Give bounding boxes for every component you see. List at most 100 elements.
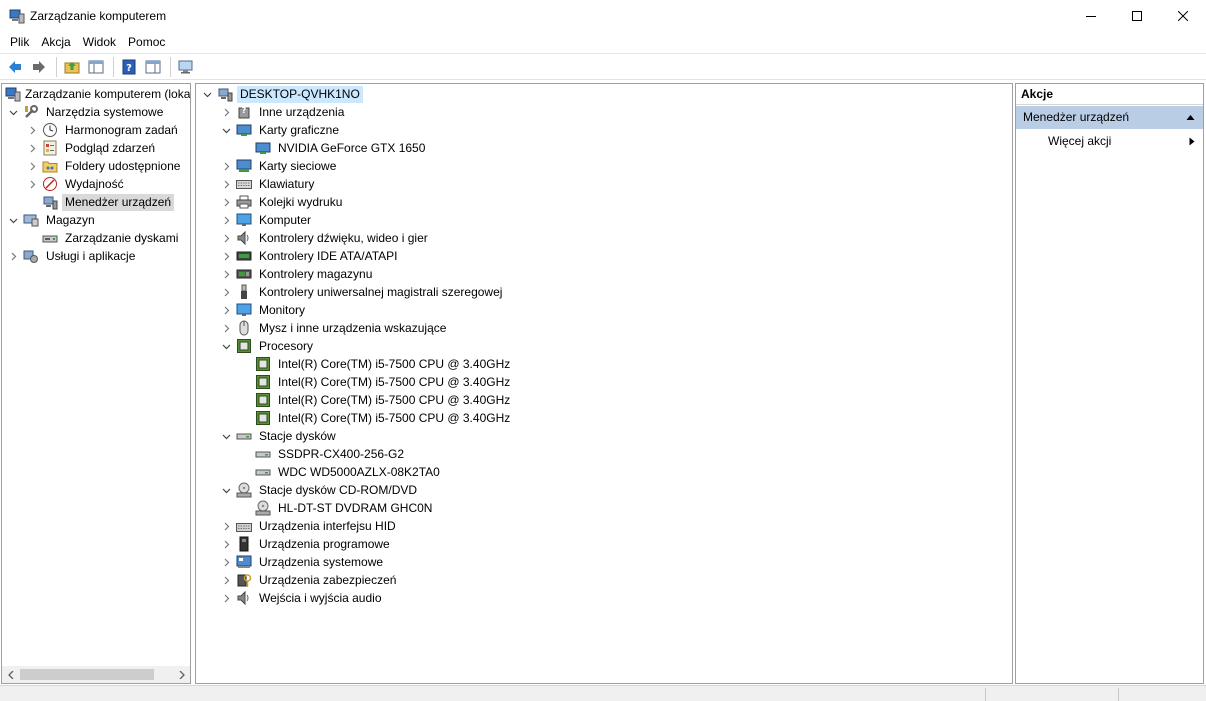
tree-root[interactable]: Zarządzanie komputerem (loka [5, 85, 190, 103]
device-category-system[interactable]: Urządzenia systemowe [220, 553, 386, 571]
device-root[interactable]: DESKTOP-QVHK1NO [201, 85, 363, 103]
chevron-down-icon[interactable] [7, 211, 19, 229]
dvd-drive-icon [255, 500, 271, 516]
device-category-computer[interactable]: Komputer [220, 211, 314, 229]
tree-item-services-apps[interactable]: Usługi i aplikacje [7, 247, 138, 265]
status-divider [985, 688, 986, 701]
device-category-monitors[interactable]: Monitory [220, 301, 308, 319]
chevron-right-icon[interactable] [220, 157, 232, 175]
device-category-network[interactable]: Karty sieciowe [220, 157, 339, 175]
device-category-dvd[interactable]: Stacje dysków CD-ROM/DVD [220, 481, 420, 499]
disk-drive-icon [236, 428, 252, 444]
more-actions-item[interactable]: Więcej akcji [1016, 129, 1203, 153]
chevron-right-icon[interactable] [7, 247, 19, 265]
chevron-right-icon[interactable] [220, 319, 232, 337]
device-label: Urządzenia programowe [259, 536, 390, 551]
chevron-right-icon[interactable] [220, 229, 232, 247]
chevron-down-icon[interactable] [220, 121, 232, 139]
chevron-down-icon[interactable] [220, 337, 232, 355]
device-category-display[interactable]: Karty graficzne [220, 121, 342, 139]
chevron-right-icon[interactable] [26, 139, 38, 157]
chevron-right-icon[interactable] [220, 535, 232, 553]
up-folder-icon[interactable] [61, 56, 83, 78]
device-category-usb[interactable]: Kontrolery uniwersalnej magistrali szere… [220, 283, 505, 301]
menu-file[interactable]: Plik [4, 33, 35, 52]
minimize-button[interactable] [1068, 0, 1114, 32]
chevron-right-icon[interactable] [220, 283, 232, 301]
device-category-hid[interactable]: Urządzenia interfejsu HID [220, 517, 399, 535]
device-category-print-queues[interactable]: Kolejki wydruku [220, 193, 345, 211]
chevron-down-icon[interactable] [220, 427, 232, 445]
chevron-down-icon[interactable] [220, 481, 232, 499]
device-category-other[interactable]: ? Inne urządzenia [220, 103, 347, 121]
device-item[interactable]: WDC WD5000AZLX-08K2TA0 [255, 463, 443, 481]
device-item[interactable]: Intel(R) Core(TM) i5-7500 CPU @ 3.40GHz [255, 391, 513, 409]
window-title: Zarządzanie komputerem [30, 9, 167, 23]
collapse-up-icon[interactable] [1186, 106, 1195, 129]
device-item[interactable]: Intel(R) Core(TM) i5-7500 CPU @ 3.40GHz [255, 409, 513, 427]
disk-management-icon [42, 230, 58, 246]
chevron-right-icon[interactable] [220, 211, 232, 229]
chevron-down-icon[interactable] [7, 103, 19, 121]
scan-hardware-icon[interactable] [175, 56, 197, 78]
status-divider [1118, 688, 1119, 701]
device-label: Kontrolery uniwersalnej magistrali szere… [259, 284, 503, 299]
tree-item-performance[interactable]: Wydajność [26, 175, 127, 193]
chevron-right-icon[interactable] [220, 193, 232, 211]
chevron-right-icon[interactable] [220, 553, 232, 571]
device-category-processors[interactable]: Procesory [220, 337, 316, 355]
device-category-keyboards[interactable]: Klawiatury [220, 175, 317, 193]
show-hide-tree-icon[interactable] [85, 56, 107, 78]
help-icon[interactable]: ? [118, 56, 140, 78]
device-category-security[interactable]: Urządzenia zabezpieczeń [220, 571, 399, 589]
device-item[interactable]: SSDPR-CX400-256-G2 [255, 445, 407, 463]
tree-item-device-manager[interactable]: Menedżer urządzeń [42, 193, 175, 211]
tree-item-shared-folders[interactable]: Foldery udostępnione [26, 157, 183, 175]
chevron-right-icon[interactable] [220, 175, 232, 193]
device-category-sound[interactable]: Kontrolery dźwięku, wideo i gier [220, 229, 431, 247]
back-button[interactable] [4, 56, 26, 78]
chevron-right-icon[interactable] [220, 589, 232, 607]
show-action-pane-icon[interactable] [142, 56, 164, 78]
menu-action[interactable]: Akcja [35, 33, 76, 52]
chevron-right-icon[interactable] [26, 175, 38, 193]
chevron-right-icon[interactable] [220, 517, 232, 535]
device-category-audio-io[interactable]: Wejścia i wyjścia audio [220, 589, 385, 607]
device-label: Intel(R) Core(TM) i5-7500 CPU @ 3.40GHz [278, 392, 511, 407]
menu-help[interactable]: Pomoc [122, 33, 171, 52]
scroll-right-icon[interactable] [173, 666, 190, 683]
device-category-ide[interactable]: Kontrolery IDE ATA/ATAPI [220, 247, 401, 265]
chevron-down-icon[interactable] [201, 85, 213, 103]
chevron-right-icon[interactable] [220, 247, 232, 265]
forward-button[interactable] [28, 56, 50, 78]
device-category-mice[interactable]: Mysz i inne urządzenia wskazujące [220, 319, 449, 337]
tree-item-disk-management[interactable]: Zarządzanie dyskami [42, 229, 181, 247]
device-category-disk-drives[interactable]: Stacje dysków [220, 427, 339, 445]
tree-item-event-viewer[interactable]: Podgląd zdarzeń [26, 139, 158, 157]
tree-item-storage[interactable]: Magazyn [7, 211, 98, 229]
ide-controller-icon [236, 248, 252, 264]
actions-section-device-manager[interactable]: Menedżer urządzeń [1016, 106, 1203, 129]
horizontal-scrollbar[interactable] [2, 666, 190, 683]
device-category-storage-controllers[interactable]: Kontrolery magazynu [220, 265, 375, 283]
maximize-button[interactable] [1114, 0, 1160, 32]
close-button[interactable] [1160, 0, 1206, 32]
tree-item-task-scheduler[interactable]: Harmonogram zadań [26, 121, 181, 139]
device-item[interactable]: HL-DT-ST DVDRAM GHC0N [255, 499, 435, 517]
chevron-right-icon[interactable] [220, 265, 232, 283]
chevron-right-icon[interactable] [220, 103, 232, 121]
unknown-device-icon: ? [236, 104, 252, 120]
scroll-left-icon[interactable] [2, 666, 19, 683]
device-item[interactable]: NVIDIA GeForce GTX 1650 [255, 139, 428, 157]
menu-view[interactable]: Widok [77, 33, 122, 52]
chevron-right-icon[interactable] [220, 301, 232, 319]
scroll-thumb[interactable] [20, 669, 154, 680]
device-item[interactable]: Intel(R) Core(TM) i5-7500 CPU @ 3.40GHz [255, 373, 513, 391]
scroll-track[interactable] [19, 666, 173, 683]
chevron-right-icon[interactable] [220, 571, 232, 589]
device-category-software[interactable]: Urządzenia programowe [220, 535, 393, 553]
tree-item-system-tools[interactable]: Narzędzia systemowe [7, 103, 166, 121]
chevron-right-icon[interactable] [26, 121, 38, 139]
device-item[interactable]: Intel(R) Core(TM) i5-7500 CPU @ 3.40GHz [255, 355, 513, 373]
chevron-right-icon[interactable] [26, 157, 38, 175]
